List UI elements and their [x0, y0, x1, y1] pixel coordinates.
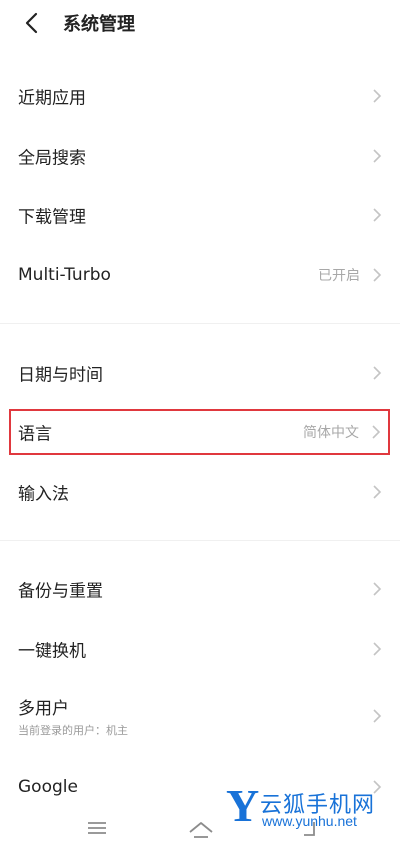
row-phone-clone[interactable]: 一键换机: [0, 620, 400, 678]
back-button[interactable]: [16, 8, 52, 38]
row-label: 语言: [18, 424, 52, 445]
chevron-right-icon: [373, 208, 382, 222]
row-label: 日期与时间: [18, 365, 103, 386]
home-button[interactable]: [180, 816, 220, 844]
header: 系统管理: [0, 0, 400, 50]
row-value: 已开启: [318, 268, 360, 284]
row-language[interactable]: 语言 简体中文: [9, 409, 390, 455]
chevron-right-icon: [373, 582, 382, 596]
row-label: 多用户: [18, 699, 69, 719]
chevron-right-icon: [372, 425, 381, 439]
row-multi-user[interactable]: 多用户 当前登录的用户：机主: [0, 684, 400, 748]
menu-icon: [88, 822, 106, 834]
watermark-url: www.yunhu.net: [262, 813, 357, 829]
chevron-right-icon: [373, 485, 382, 499]
chevron-right-icon: [373, 89, 382, 103]
chevron-right-icon: [373, 268, 382, 282]
back-arrow-icon: [25, 12, 38, 34]
row-label: Google: [18, 777, 78, 797]
chevron-right-icon: [373, 642, 382, 656]
row-download-manager[interactable]: 下载管理: [0, 186, 400, 244]
row-label: 一键换机: [18, 641, 86, 662]
watermark: Y 云狐手机网 www.yunhu.net: [226, 780, 398, 833]
row-global-search[interactable]: 全局搜索: [0, 127, 400, 185]
section-divider: [0, 323, 400, 324]
row-value: 简体中文: [303, 425, 359, 441]
watermark-logo: Y: [226, 780, 260, 831]
chevron-right-icon: [373, 709, 382, 723]
page-title: 系统管理: [63, 14, 135, 35]
row-backup-reset[interactable]: 备份与重置: [0, 560, 400, 618]
home-icon: [189, 822, 213, 838]
menu-button[interactable]: [78, 816, 118, 844]
row-date-time[interactable]: 日期与时间: [0, 344, 400, 402]
row-recent-apps[interactable]: 近期应用: [0, 67, 400, 125]
row-label: 输入法: [18, 484, 69, 505]
row-label: 全局搜索: [18, 148, 86, 169]
row-input-method[interactable]: 输入法: [0, 463, 400, 521]
row-multi-turbo[interactable]: Multi-Turbo 已开启: [0, 246, 400, 304]
row-label: 近期应用: [18, 88, 86, 109]
row-label: Multi-Turbo: [18, 265, 111, 285]
section-divider: [0, 540, 400, 541]
row-label: 备份与重置: [18, 581, 103, 602]
row-label: 下载管理: [18, 207, 86, 228]
chevron-right-icon: [373, 366, 382, 380]
row-sublabel: 当前登录的用户：机主: [18, 724, 128, 737]
chevron-right-icon: [373, 149, 382, 163]
